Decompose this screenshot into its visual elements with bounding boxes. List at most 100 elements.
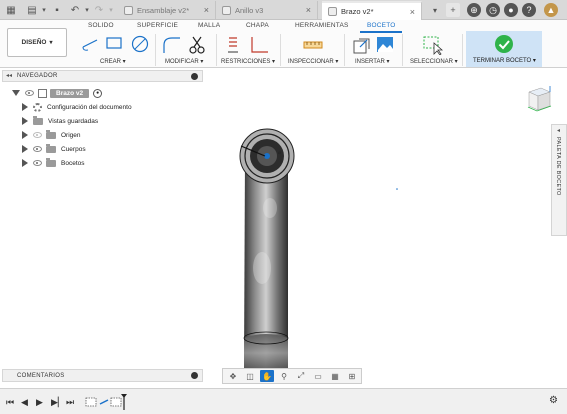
arm-base xyxy=(244,334,288,372)
collapse-icon[interactable]: ◂◂ xyxy=(6,72,12,79)
comments-panel-header[interactable]: COMENTARIOS xyxy=(2,369,203,382)
group-label-insertar[interactable]: INSERTAR ▾ xyxy=(355,58,389,65)
ribbon-tab-boceto[interactable]: BOCETO xyxy=(367,22,396,29)
navigator-item-label: Bocetos xyxy=(61,159,85,167)
tab-overflow-icon[interactable]: ▾ xyxy=(428,3,442,17)
navigator-item-saved-views[interactable]: Vistas guardadas xyxy=(22,115,98,127)
tab-label: Brazo v2* xyxy=(341,7,374,16)
navigator-item-label: Configuración del documento xyxy=(47,103,132,111)
navigator-item-label: Cuerpos xyxy=(61,145,86,153)
sketch-palette-tab[interactable]: ◂ PALETA DE BOCETO xyxy=(551,124,567,236)
close-icon[interactable]: × xyxy=(410,7,415,17)
help-icon[interactable]: ? xyxy=(522,3,536,17)
finish-sketch-button[interactable]: TERMINAR BOCETO ▾ xyxy=(466,31,542,67)
navigator-header[interactable]: ◂◂ NAVEGADOR xyxy=(2,70,203,82)
navigator-title: NAVEGADOR xyxy=(17,73,58,79)
folder-icon xyxy=(33,115,43,125)
viewcube-icon[interactable] xyxy=(523,82,553,112)
zoom-icon[interactable]: ⚲ xyxy=(277,370,291,382)
play-icon[interactable]: ▶ xyxy=(36,397,43,408)
insert-derive-icon[interactable] xyxy=(351,35,371,55)
pin-icon[interactable] xyxy=(191,372,198,379)
go-to-start-icon[interactable]: ⏮ xyxy=(6,397,14,408)
group-label-crear[interactable]: CREAR ▾ xyxy=(100,58,126,65)
gear-icon xyxy=(33,102,42,112)
navigator-item-config[interactable]: Configuración del documento xyxy=(22,101,132,113)
notifications-icon[interactable]: ● xyxy=(504,3,518,17)
ribbon-tab-solido[interactable]: SOLIDO xyxy=(88,22,114,29)
expand-icon[interactable] xyxy=(12,90,20,96)
fillet-tool-icon[interactable] xyxy=(160,35,182,55)
visibility-icon[interactable] xyxy=(33,160,42,166)
insert-image-icon[interactable] xyxy=(375,35,395,55)
display-settings-icon[interactable]: ▭ xyxy=(311,370,325,382)
step-back-icon[interactable]: ◀ xyxy=(21,397,28,408)
design-button-label: DISEÑO xyxy=(21,39,47,46)
chevron-down-icon: ▾ xyxy=(49,40,53,46)
document-icon xyxy=(124,6,133,15)
tab-anillo[interactable]: Anillo v3 × xyxy=(216,1,318,20)
navigator-item-sketches[interactable]: Bocetos xyxy=(22,157,85,169)
folder-icon xyxy=(46,129,56,139)
document-icon xyxy=(222,6,231,15)
tab-label: Ensamblaje v2* xyxy=(137,6,190,15)
close-icon[interactable]: × xyxy=(306,5,311,15)
job-status-icon[interactable]: ◷ xyxy=(486,3,500,17)
ribbon-tab-herramientas[interactable]: HERRAMIENTAS xyxy=(295,22,349,29)
look-at-icon[interactable]: ◫ xyxy=(243,370,257,382)
viewports-icon[interactable]: ⊞ xyxy=(345,370,359,382)
finish-sketch-label: TERMINAR BOCETO ▾ xyxy=(473,58,536,64)
timeline-bar: ⏮ ◀ ▶ ▶▏ ⏭ ⚙ xyxy=(0,388,567,414)
visibility-icon[interactable] xyxy=(33,132,42,138)
gear-icon[interactable]: ⚙ xyxy=(549,395,558,406)
group-label-restricciones[interactable]: RESTRICCIONES ▾ xyxy=(221,58,275,65)
orbit-icon[interactable]: ✥ xyxy=(226,370,240,382)
measure-tool-icon[interactable] xyxy=(302,35,324,55)
extensions-icon[interactable]: ⊕ xyxy=(467,3,481,17)
pan-hand-icon[interactable]: ✋ xyxy=(260,370,274,382)
group-label-seleccionar[interactable]: SELECCIONAR ▾ xyxy=(410,58,458,65)
expand-icon[interactable] xyxy=(22,103,28,111)
navigator-item-label: Origen xyxy=(61,131,81,139)
expand-icon[interactable] xyxy=(22,159,28,167)
visibility-icon[interactable] xyxy=(25,90,34,96)
pin-icon[interactable] xyxy=(191,73,198,80)
save-icon[interactable]: ▪ xyxy=(50,3,64,17)
step-forward-icon[interactable]: ▶▏ xyxy=(51,397,65,408)
visibility-icon[interactable] xyxy=(33,146,42,152)
go-to-end-icon[interactable]: ⏭ xyxy=(66,397,74,408)
group-label-modificar[interactable]: MODIFICAR ▾ xyxy=(165,58,203,65)
trim-scissors-icon[interactable] xyxy=(188,35,206,55)
coincident-constraint-icon[interactable] xyxy=(226,35,240,55)
ribbon-tab-malla[interactable]: MALLA xyxy=(198,22,220,29)
grid-menu-icon[interactable]: ▦ xyxy=(4,3,18,17)
navigator-item-bodies[interactable]: Cuerpos xyxy=(22,143,86,155)
avatar[interactable]: ▲ xyxy=(544,3,558,17)
navigator-item-origin[interactable]: Origen xyxy=(22,129,81,141)
tab-brazo[interactable]: Brazo v2* × xyxy=(322,1,422,20)
file-dropdown-icon[interactable]: ▾ xyxy=(37,3,51,17)
timeline-features[interactable] xyxy=(84,394,129,410)
close-icon[interactable]: × xyxy=(204,5,209,15)
expand-icon[interactable] xyxy=(22,117,28,125)
grid-settings-icon[interactable]: ▦ xyxy=(328,370,342,382)
activate-icon[interactable]: ● xyxy=(93,88,103,98)
redo-dropdown-icon[interactable]: ▾ xyxy=(104,3,118,17)
tab-ensamblaje[interactable]: Ensamblaje v2* × xyxy=(118,1,216,20)
line-tool-icon[interactable] xyxy=(80,35,100,53)
circle-tool-icon[interactable] xyxy=(130,35,150,55)
expand-icon[interactable] xyxy=(22,131,28,139)
rectangle-tool-icon[interactable] xyxy=(105,35,123,51)
design-workspace-button[interactable]: DISEÑO ▾ xyxy=(7,28,67,57)
expand-icon[interactable] xyxy=(22,145,28,153)
ribbon-tab-superficie[interactable]: SUPERFICIE xyxy=(137,22,178,29)
fit-icon[interactable]: ⤢ xyxy=(294,370,308,382)
group-label-inspeccionar[interactable]: INSPECCIONAR ▾ xyxy=(288,58,338,65)
ribbon-tab-chapa[interactable]: CHAPA xyxy=(246,22,269,29)
navigator-root[interactable]: Brazo v2 ● xyxy=(12,87,103,99)
select-window-icon[interactable] xyxy=(422,35,444,55)
new-tab-icon[interactable]: + xyxy=(446,3,460,17)
component-icon xyxy=(38,88,47,98)
perpendicular-constraint-icon[interactable] xyxy=(248,35,270,55)
palette-label: PALETA DE BOCETO xyxy=(555,137,561,196)
